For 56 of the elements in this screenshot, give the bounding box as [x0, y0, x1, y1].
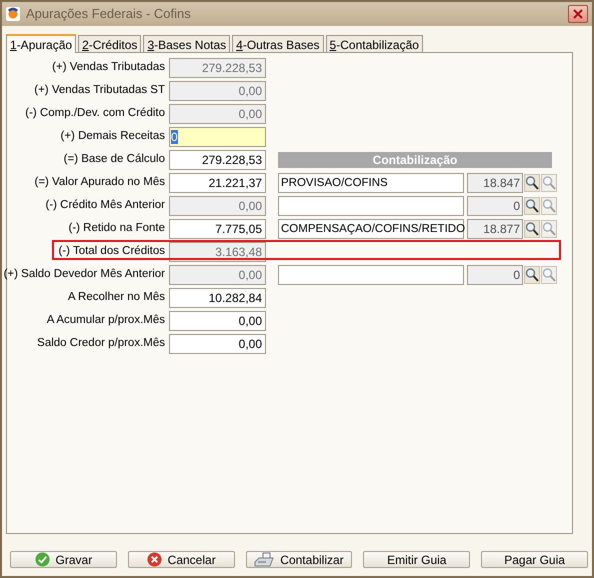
field-label: A Acumular p/prox.Mês — [46, 313, 165, 328]
section-header: Contabilização — [278, 152, 552, 168]
window-title: Apurações Federais - Cofins — [26, 5, 192, 24]
value-field[interactable]: 0 — [169, 127, 266, 147]
value-field[interactable]: 10.282,84 — [169, 288, 266, 308]
cash-register-icon — [254, 552, 274, 568]
action-button[interactable]: Pagar Guia — [481, 551, 588, 568]
value-field[interactable]: 3.163,48 — [169, 242, 266, 262]
search-icon[interactable] — [524, 197, 540, 215]
field-label: (+) Saldo Devedor Mês Anterior — [4, 267, 165, 282]
account-code-field[interactable]: 0 — [467, 196, 523, 216]
account-code-field[interactable]: 0 — [467, 265, 523, 285]
field-label: (-) Total dos Créditos — [58, 244, 165, 260]
field-label: Saldo Credor p/prox.Mês — [37, 336, 165, 352]
value-field[interactable]: 7.775,05 — [169, 219, 266, 239]
search-icon[interactable] — [524, 174, 540, 192]
cancel-icon — [146, 552, 162, 567]
field-label: (-) Retido na Fonte — [68, 221, 165, 236]
close-button[interactable] — [568, 5, 588, 23]
value-field[interactable]: 279.228,53 — [169, 150, 266, 170]
action-button[interactable]: Contabilizar — [246, 551, 352, 568]
tab[interactable]: 5-Contabilização — [326, 35, 423, 52]
value-field[interactable]: 0,00 — [169, 196, 266, 216]
tab[interactable]: 1-Apuração — [6, 34, 76, 53]
tab[interactable]: 3-Bases Notas — [143, 35, 230, 52]
action-button[interactable]: Emitir Guia — [363, 551, 470, 568]
field-label: (+) Vendas Tributadas — [52, 60, 165, 76]
action-button[interactable]: Gravar — [10, 551, 117, 568]
tab[interactable]: 4-Outras Bases — [232, 35, 324, 52]
account-field[interactable]: COMPENSAÇAO/COFINS/RETIDO — [278, 219, 464, 239]
check-icon — [34, 552, 50, 567]
account-code-field[interactable]: 18.877 — [467, 219, 523, 239]
account-field[interactable] — [278, 265, 464, 285]
tab[interactable]: 2-Créditos — [78, 35, 142, 52]
account-code-field[interactable]: 18.847 — [467, 173, 523, 193]
value-field[interactable]: 0,00 — [169, 334, 266, 354]
action-button[interactable]: Cancelar — [128, 551, 235, 568]
close-icon — [573, 9, 583, 19]
value-field[interactable]: 21.221,37 — [169, 173, 266, 193]
field-label: (-) Comp./Dev. com Crédito — [25, 106, 165, 122]
search-icon[interactable] — [524, 266, 540, 284]
account-field[interactable]: PROVISAO/COFINS — [278, 173, 464, 193]
field-label: (=) Valor Apurado no Mês — [34, 175, 165, 190]
value-field[interactable]: 0,00 — [169, 311, 266, 331]
account-field[interactable] — [278, 196, 464, 216]
search-icon[interactable] — [524, 220, 540, 238]
value-field[interactable]: 0,00 — [169, 104, 266, 124]
value-field[interactable]: 0,00 — [169, 265, 266, 285]
field-label: (=) Base de Cálculo — [64, 152, 165, 168]
value-field[interactable]: 279.228,53 — [169, 58, 266, 78]
field-label: (-) Crédito Mês Anterior — [45, 198, 165, 214]
field-label: A Recolher no Mês — [68, 290, 165, 306]
field-label: (+) Demais Receitas — [60, 129, 165, 144]
app-logo-icon — [6, 7, 20, 21]
value-field[interactable]: 0,00 — [169, 81, 266, 101]
field-label: (+) Vendas Tributadas ST — [34, 83, 165, 98]
